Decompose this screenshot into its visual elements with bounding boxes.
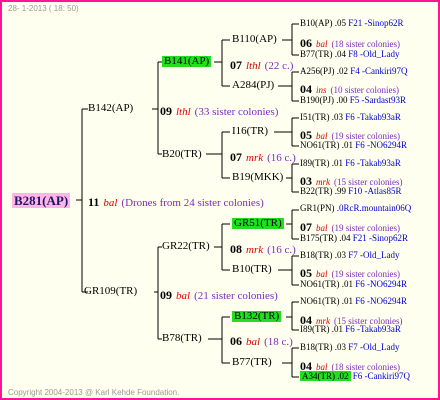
leaf-15[interactable]: B18(TR) .03 F7 -Old_Lady bbox=[300, 343, 400, 352]
leaf-1[interactable]: B10(AP) .05 F21 -Sinop62R bbox=[300, 19, 404, 28]
g2d-info: 06 bal (18 c.) bbox=[230, 334, 293, 348]
node-B141[interactable]: B141(AP) bbox=[162, 56, 212, 67]
g2c-info: 08 mrk (16 c.) bbox=[230, 242, 296, 256]
node-B132[interactable]: B132(TR) bbox=[232, 311, 282, 322]
root-queen[interactable]: B281(AP) bbox=[12, 193, 71, 208]
leaf-2[interactable]: B77(TR) .04 F8 -Old_Lady bbox=[300, 50, 400, 59]
node-B20[interactable]: B20(TR) bbox=[162, 149, 202, 160]
node-B19[interactable]: B19(MKK) bbox=[232, 172, 283, 183]
g2b-info: 07 mrk (16 c.) bbox=[230, 150, 296, 164]
leaf-16[interactable]: A34(TR) .02 F6 -Cankiri97Q bbox=[300, 371, 410, 381]
node-GR22[interactable]: GR22(TR) bbox=[162, 241, 210, 252]
leaf-3[interactable]: A256(PJ) .02 F4 -Cankiri97Q bbox=[300, 67, 408, 76]
leaf-7[interactable]: I89(TR) .01 F6 -Takab93aR bbox=[300, 159, 401, 168]
node-I16[interactable]: I16(TR) bbox=[232, 126, 268, 137]
g2a-info: 07 lthl (22 c.) bbox=[230, 58, 294, 72]
copyright: Copyright 2004-2013 @ Karl Kehde Foundat… bbox=[8, 388, 180, 397]
node-A284[interactable]: A284(PJ) bbox=[232, 80, 274, 91]
leaf-9[interactable]: GR1(PN) .0RcR.mountain06Q bbox=[300, 204, 411, 213]
leaf-8[interactable]: B22(TR) .99 F10 -Atlas85R bbox=[300, 187, 402, 196]
node-GR51[interactable]: GR51(TR) bbox=[232, 218, 284, 229]
g1b-info: 09 bal (21 sister colonies) bbox=[160, 288, 278, 302]
sire-B142[interactable]: B142(AP) bbox=[88, 103, 133, 114]
leaf-5[interactable]: I51(TR) .03 F6 -Takab93aR bbox=[300, 113, 401, 122]
node-B110[interactable]: B110(AP) bbox=[232, 34, 277, 45]
leaf-12[interactable]: NO61(TR) .01 F6 -NO6294R bbox=[300, 280, 407, 289]
leaf-13[interactable]: NO61(TR) .01 F6 -NO6294R bbox=[300, 297, 407, 306]
leaf-10[interactable]: B175(TR) .04 F21 -Sinop62R bbox=[300, 234, 408, 243]
node-B77[interactable]: B77(TR) bbox=[232, 357, 272, 368]
root-info: 11 bal (Drones from 24 sister colonies) bbox=[88, 195, 264, 209]
pedigree-frame: 28- 1-2013 ( 18: 50) Copyright 2004-2013… bbox=[0, 0, 440, 400]
date-stamp: 28- 1-2013 ( 18: 50) bbox=[8, 4, 79, 13]
node-B78[interactable]: B78(TR) bbox=[162, 333, 202, 344]
leaf-14[interactable]: I89(TR) .01 F6 -Takab93aR bbox=[300, 325, 401, 334]
leaf-6[interactable]: NO61(TR) .01 F6 -NO6294R bbox=[300, 141, 407, 150]
node-B10[interactable]: B10(TR) bbox=[232, 264, 272, 275]
g1a-info: 09 lthl (33 sister colonies) bbox=[160, 104, 279, 118]
leaf-11[interactable]: B18(TR) .03 F7 -Old_Lady bbox=[300, 251, 400, 260]
sire-GR109[interactable]: GR109(TR) bbox=[84, 286, 137, 297]
leaf-4[interactable]: B190(PJ) .00 F5 -Sardast93R bbox=[300, 96, 406, 105]
